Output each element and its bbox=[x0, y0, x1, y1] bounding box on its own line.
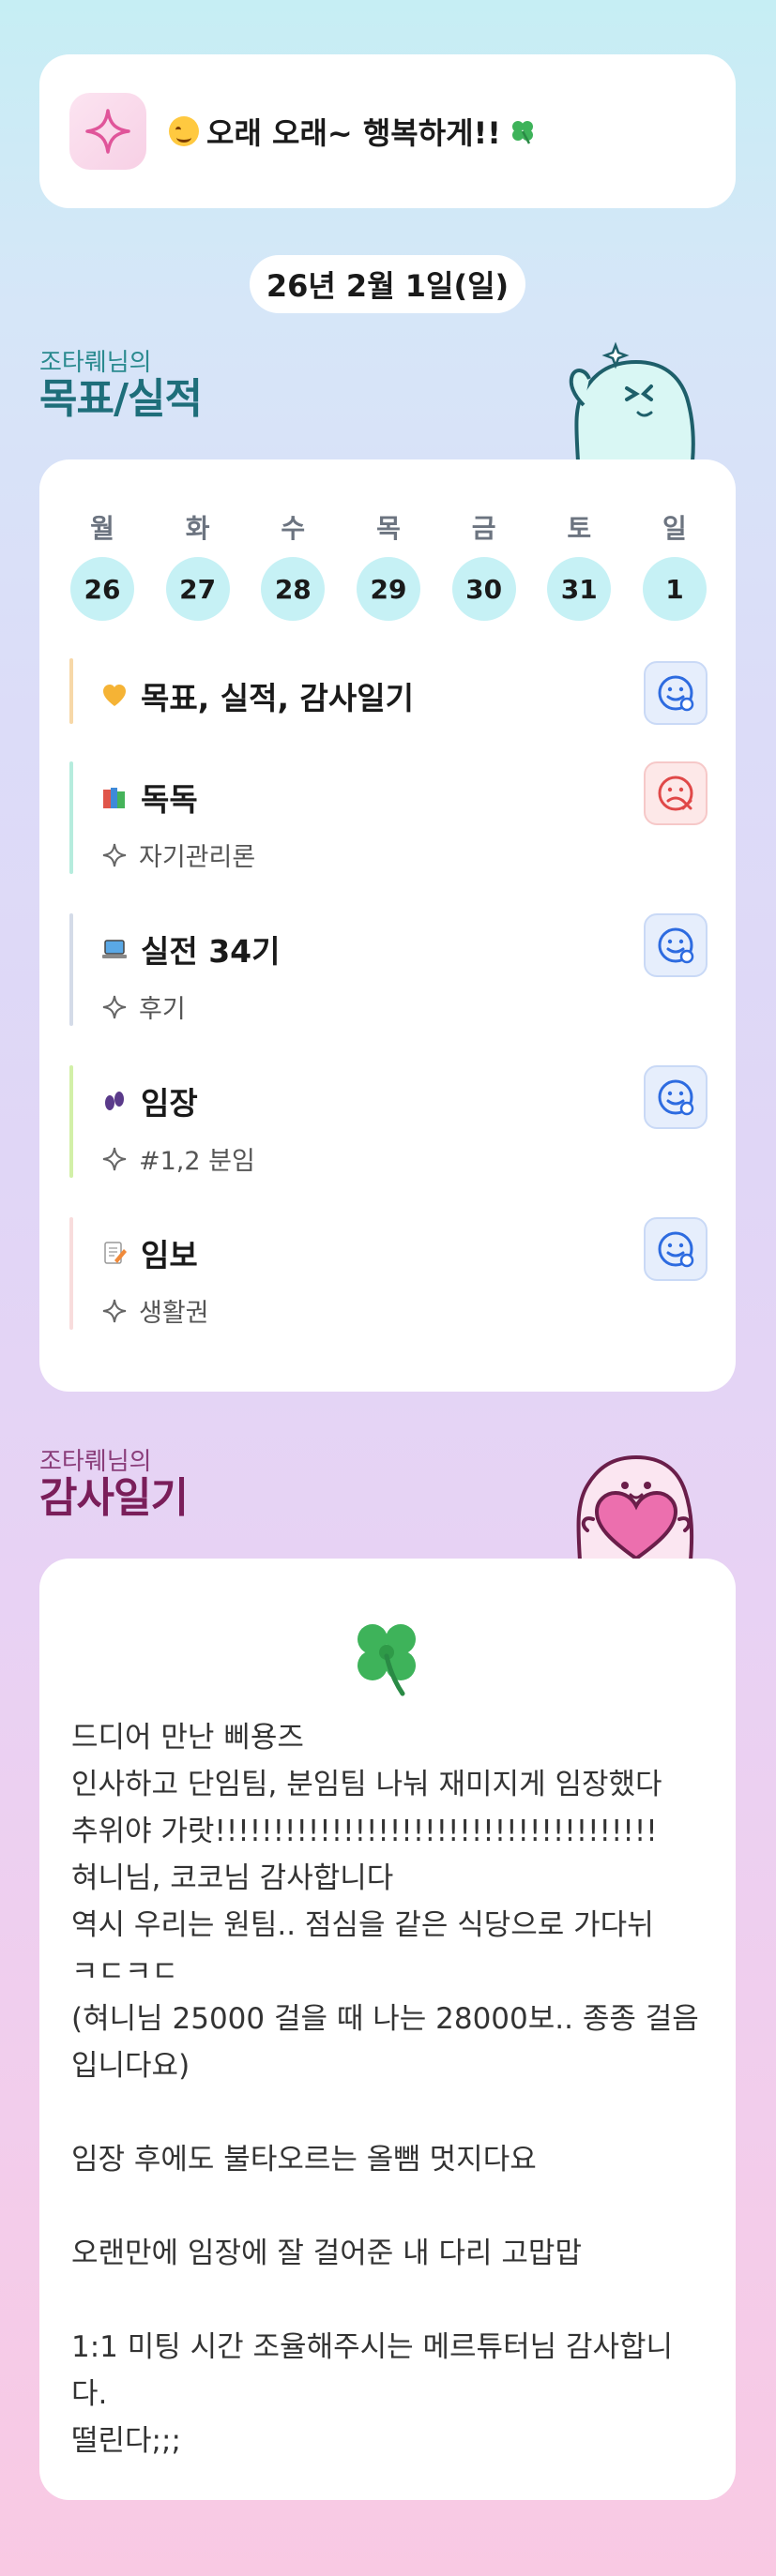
heart-emoji-icon bbox=[103, 685, 126, 706]
goal-sub-text: 생활권 bbox=[139, 1299, 209, 1328]
status-happy-icon[interactable] bbox=[644, 1065, 708, 1129]
diary-owner: 조타뤠님의 bbox=[39, 1448, 152, 1476]
status-happy-icon[interactable] bbox=[644, 913, 708, 977]
goal-item[interactable]: 임장 #1,2 분임 bbox=[69, 1065, 708, 1178]
day-fri[interactable]: 금 30 bbox=[451, 508, 517, 621]
goal-sub: #1,2 분임 bbox=[101, 1140, 255, 1177]
status-happy-icon[interactable] bbox=[644, 1217, 708, 1281]
day-name: 목 bbox=[376, 513, 401, 544]
sparkle-icon bbox=[102, 1299, 127, 1322]
goals-section-title: 조타뤠님의 목표/실적 bbox=[39, 349, 203, 423]
goal-title-text: 독독 bbox=[141, 781, 198, 818]
goal-sub: 생활권 bbox=[101, 1292, 209, 1329]
motto: 오래 오래~ 행복하게!! bbox=[169, 110, 537, 153]
day-mon[interactable]: 월 26 bbox=[69, 508, 135, 621]
goals-owner: 조타뤠님의 bbox=[39, 349, 152, 377]
day-number: 30 bbox=[451, 557, 516, 621]
day-number: 27 bbox=[165, 557, 230, 621]
memo-emoji-icon bbox=[104, 1242, 127, 1264]
goal-title: 독독 bbox=[101, 775, 198, 820]
day-thu[interactable]: 목 29 bbox=[356, 508, 421, 621]
goal-sub: 자기관리론 bbox=[101, 836, 255, 873]
day-sat[interactable]: 토 31 bbox=[546, 508, 612, 621]
goal-color-bar bbox=[69, 761, 73, 874]
sparkle-icon bbox=[69, 93, 146, 170]
goal-title-text: 목표, 실적, 감사일기 bbox=[141, 680, 414, 716]
goals-title: 목표/실적 bbox=[39, 375, 203, 423]
status-happy-icon[interactable] bbox=[644, 661, 708, 725]
goal-sub-text: 후기 bbox=[139, 995, 186, 1024]
goal-color-bar bbox=[69, 1065, 73, 1178]
clover-icon bbox=[358, 1624, 416, 1696]
sparkle-icon bbox=[102, 843, 127, 866]
day-name: 토 bbox=[567, 513, 592, 544]
mascot-waving-icon bbox=[569, 341, 695, 461]
goal-title: 실전 34기 bbox=[101, 926, 281, 972]
week-strip: 월 26 화 27 수 28 목 29 금 30 토 31 일 1 bbox=[69, 508, 708, 621]
clover-emoji-icon bbox=[511, 121, 533, 144]
goal-color-bar bbox=[69, 1217, 73, 1330]
goal-item[interactable]: 실전 34기 후기 bbox=[69, 913, 708, 1026]
day-name: 일 bbox=[662, 513, 687, 544]
day-wed[interactable]: 수 28 bbox=[260, 508, 326, 621]
day-name: 금 bbox=[471, 513, 496, 544]
day-number: 1 bbox=[642, 557, 707, 621]
date-pill[interactable]: 26년 2월 1일(일) bbox=[250, 255, 525, 313]
day-name: 월 bbox=[90, 513, 114, 544]
motto-text: 오래 오래~ 행복하게!! bbox=[206, 115, 501, 151]
footprints-emoji-icon bbox=[105, 1092, 124, 1110]
sparkle-icon bbox=[102, 995, 127, 1018]
diary-body-text: 드디어 만난 삐용즈 인사하고 단임팀, 분임팀 나눠 재미지게 임장했다 추위… bbox=[71, 1721, 699, 2458]
goals-card: 월 26 화 27 수 28 목 29 금 30 토 31 일 1 목표, 실적… bbox=[39, 459, 736, 1392]
status-sad-icon[interactable] bbox=[644, 761, 708, 825]
sparkle-icon bbox=[102, 1147, 127, 1170]
goal-title-text: 실전 34기 bbox=[141, 933, 281, 970]
goal-title: 임장 bbox=[101, 1078, 198, 1123]
goal-item[interactable]: 독독 자기관리론 bbox=[69, 761, 708, 874]
goal-title: 임보 bbox=[101, 1230, 198, 1275]
books-emoji-icon bbox=[103, 788, 125, 808]
goal-sub-text: #1,2 분임 bbox=[139, 1147, 255, 1176]
day-number: 29 bbox=[356, 557, 420, 621]
goal-color-bar bbox=[69, 913, 73, 1026]
goal-color-bar bbox=[69, 658, 73, 724]
goal-sub: 후기 bbox=[101, 988, 186, 1025]
diary-section-title: 조타뤠님의 감사일기 bbox=[39, 1448, 189, 1522]
motto-card: 오래 오래~ 행복하게!! bbox=[39, 54, 736, 208]
diary-title: 감사일기 bbox=[39, 1474, 189, 1522]
goal-item[interactable]: 목표, 실적, 감사일기 bbox=[69, 658, 708, 725]
day-number: 28 bbox=[261, 557, 326, 621]
smile-emoji-icon bbox=[169, 116, 199, 146]
goal-title-text: 임보 bbox=[141, 1237, 198, 1273]
gratitude-diary-card: 드디어 만난 삐용즈 인사하고 단임팀, 분임팀 나눠 재미지게 임장했다 추위… bbox=[39, 1559, 736, 2500]
goal-title-text: 임장 bbox=[141, 1085, 198, 1122]
day-tue[interactable]: 화 27 bbox=[165, 508, 231, 621]
day-sun[interactable]: 일 1 bbox=[642, 508, 708, 621]
day-name: 수 bbox=[281, 513, 306, 544]
laptop-emoji-icon bbox=[102, 940, 127, 958]
goal-sub-text: 자기관리론 bbox=[139, 843, 256, 872]
goal-item[interactable]: 임보 생활권 bbox=[69, 1217, 708, 1330]
day-name: 화 bbox=[185, 513, 210, 544]
mascot-heart-icon bbox=[576, 1454, 694, 1560]
goal-title: 목표, 실적, 감사일기 bbox=[101, 673, 414, 718]
day-number: 31 bbox=[547, 557, 612, 621]
day-number: 26 bbox=[70, 557, 134, 621]
